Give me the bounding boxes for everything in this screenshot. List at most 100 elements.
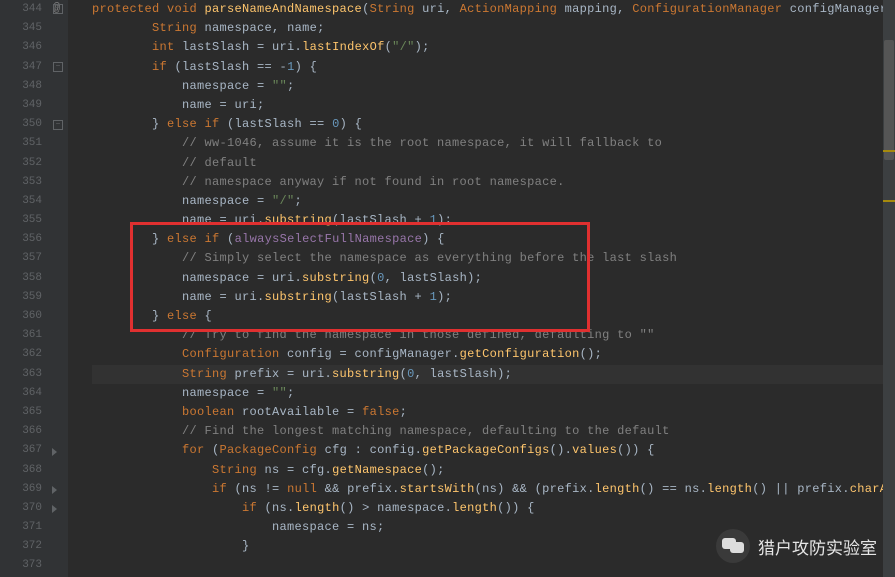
token-plain: (ns. — [265, 501, 295, 515]
code-line[interactable]: // default — [92, 154, 895, 173]
fold-toggle-icon[interactable]: − — [53, 4, 63, 14]
code-line[interactable]: namespace = ""; — [92, 77, 895, 96]
token-type: String — [152, 21, 205, 35]
code-line[interactable]: String ns = cfg.getNamespace(); — [92, 461, 895, 480]
token-cmt: // Simply select the namespace as everyt… — [182, 251, 677, 265]
token-plain: lastSlash = uri. — [182, 40, 302, 54]
token-plain: name = uri. — [182, 213, 265, 227]
code-line[interactable]: // Find the longest matching namespace, … — [92, 422, 895, 441]
token-num: 1 — [287, 60, 295, 74]
code-line[interactable]: if (ns.length() > namespace.length()) { — [92, 499, 895, 518]
code-line[interactable]: for (PackageConfig cfg : config.getPacka… — [92, 441, 895, 460]
token-num: 0 — [332, 117, 340, 131]
token-plain: name = uri. — [182, 290, 265, 304]
token-param: configManager — [790, 2, 888, 16]
token-num: 1 — [430, 290, 438, 304]
token-plain: cfg : config. — [325, 443, 423, 457]
code-line[interactable]: // ww-1046, assume it is the root namesp… — [92, 134, 895, 153]
fold-caret-icon[interactable] — [52, 448, 57, 456]
vertical-scrollbar[interactable] — [883, 0, 895, 577]
line-number: 349 — [0, 96, 42, 115]
fold-caret-icon[interactable] — [52, 486, 57, 494]
code-line[interactable]: if (ns != null && prefix.startsWith(ns) … — [92, 480, 895, 499]
code-line[interactable]: namespace = uri.substring(0, lastSlash); — [92, 269, 895, 288]
line-number: 368 — [0, 461, 42, 480]
token-kw: if — [242, 501, 265, 515]
token-kw: else if — [167, 117, 227, 131]
code-line[interactable]: } else if (lastSlash == 0) { — [92, 115, 895, 134]
code-line[interactable]: if (lastSlash == -1) { — [92, 58, 895, 77]
fold-toggle-icon[interactable]: − — [53, 62, 63, 72]
code-line[interactable]: Configuration config = configManager.get… — [92, 345, 895, 364]
token-type: ConfigurationManager — [632, 2, 790, 16]
code-line[interactable]: String prefix = uri.substring(0, lastSla… — [92, 365, 895, 384]
token-str: "/" — [392, 40, 415, 54]
token-param: mapping — [565, 2, 618, 16]
token-plain: (); — [422, 463, 445, 477]
token-kw: else if — [167, 232, 227, 246]
token-kw: if — [152, 60, 175, 74]
token-str: "" — [272, 79, 287, 93]
line-number: 352 — [0, 154, 42, 173]
token-plain: ()) { — [497, 501, 535, 515]
code-editor[interactable]: 3443453463473483493503513523533543553563… — [0, 0, 895, 577]
token-method: length — [707, 482, 752, 496]
token-plain: config = configManager. — [287, 347, 460, 361]
token-plain: ; — [295, 194, 303, 208]
code-line[interactable]: protected void parseNameAndNamespace(Str… — [92, 0, 895, 19]
token-plain: ns = cfg. — [265, 463, 333, 477]
line-number: 350 — [0, 115, 42, 134]
code-line[interactable]: // Simply select the namespace as everyt… — [92, 249, 895, 268]
token-plain: rootAvailable = — [242, 405, 362, 419]
code-line[interactable]: } else if (alwaysSelectFullNamespace) { — [92, 230, 895, 249]
token-kw: false — [362, 405, 400, 419]
token-plain: namespace = — [182, 386, 272, 400]
token-plain: } — [152, 232, 167, 246]
token-plain: namespace = ns; — [272, 520, 385, 534]
code-line[interactable]: } else { — [92, 307, 895, 326]
token-plain: , — [617, 2, 632, 16]
token-plain: ( — [400, 367, 408, 381]
code-line[interactable]: name = uri.substring(lastSlash + 1); — [92, 288, 895, 307]
line-number: 370 — [0, 499, 42, 518]
token-param: uri — [422, 2, 445, 16]
token-num: 1 — [430, 213, 438, 227]
token-plain: ( — [362, 2, 370, 16]
token-cmt: // Try to find the namespace in those de… — [182, 328, 655, 342]
watermark-text: 猎户攻防实验室 — [758, 534, 877, 559]
code-line[interactable]: int lastSlash = uri.lastIndexOf("/"); — [92, 38, 895, 57]
token-plain: && prefix. — [325, 482, 400, 496]
token-type: String — [212, 463, 265, 477]
token-plain: ; — [317, 21, 325, 35]
code-line[interactable]: String namespace, name; — [92, 19, 895, 38]
token-plain: ); — [437, 213, 452, 227]
code-area[interactable]: protected void parseNameAndNamespace(Str… — [68, 0, 895, 577]
token-plain: ) { — [422, 232, 445, 246]
line-number: 372 — [0, 537, 42, 556]
token-method: length — [595, 482, 640, 496]
line-number: 367 — [0, 441, 42, 460]
code-line[interactable]: namespace = ""; — [92, 384, 895, 403]
token-plain: (); — [580, 347, 603, 361]
code-line[interactable]: namespace = "/"; — [92, 192, 895, 211]
fold-column[interactable]: @ − − − — [50, 0, 68, 577]
line-number: 373 — [0, 556, 42, 575]
fold-toggle-icon[interactable]: − — [53, 120, 63, 130]
scrollbar-thumb[interactable] — [884, 40, 894, 160]
line-number: 355 — [0, 211, 42, 230]
code-line[interactable]: // Try to find the namespace in those de… — [92, 326, 895, 345]
line-number: 344 — [0, 0, 42, 19]
fold-caret-icon[interactable] — [52, 505, 57, 513]
code-line[interactable]: name = uri.substring(lastSlash + 1); — [92, 211, 895, 230]
code-line[interactable]: // namespace anyway if not found in root… — [92, 173, 895, 192]
token-plain: , — [445, 2, 460, 16]
line-number: 351 — [0, 134, 42, 153]
token-plain: () == ns. — [640, 482, 708, 496]
token-plain: } — [152, 117, 167, 131]
token-kw: int — [152, 40, 182, 54]
code-line[interactable]: name = uri; — [92, 96, 895, 115]
code-line[interactable]: boolean rootAvailable = false; — [92, 403, 895, 422]
token-method: startsWith — [400, 482, 475, 496]
token-plain: (lastSlash + — [332, 213, 430, 227]
line-number: 347 — [0, 58, 42, 77]
